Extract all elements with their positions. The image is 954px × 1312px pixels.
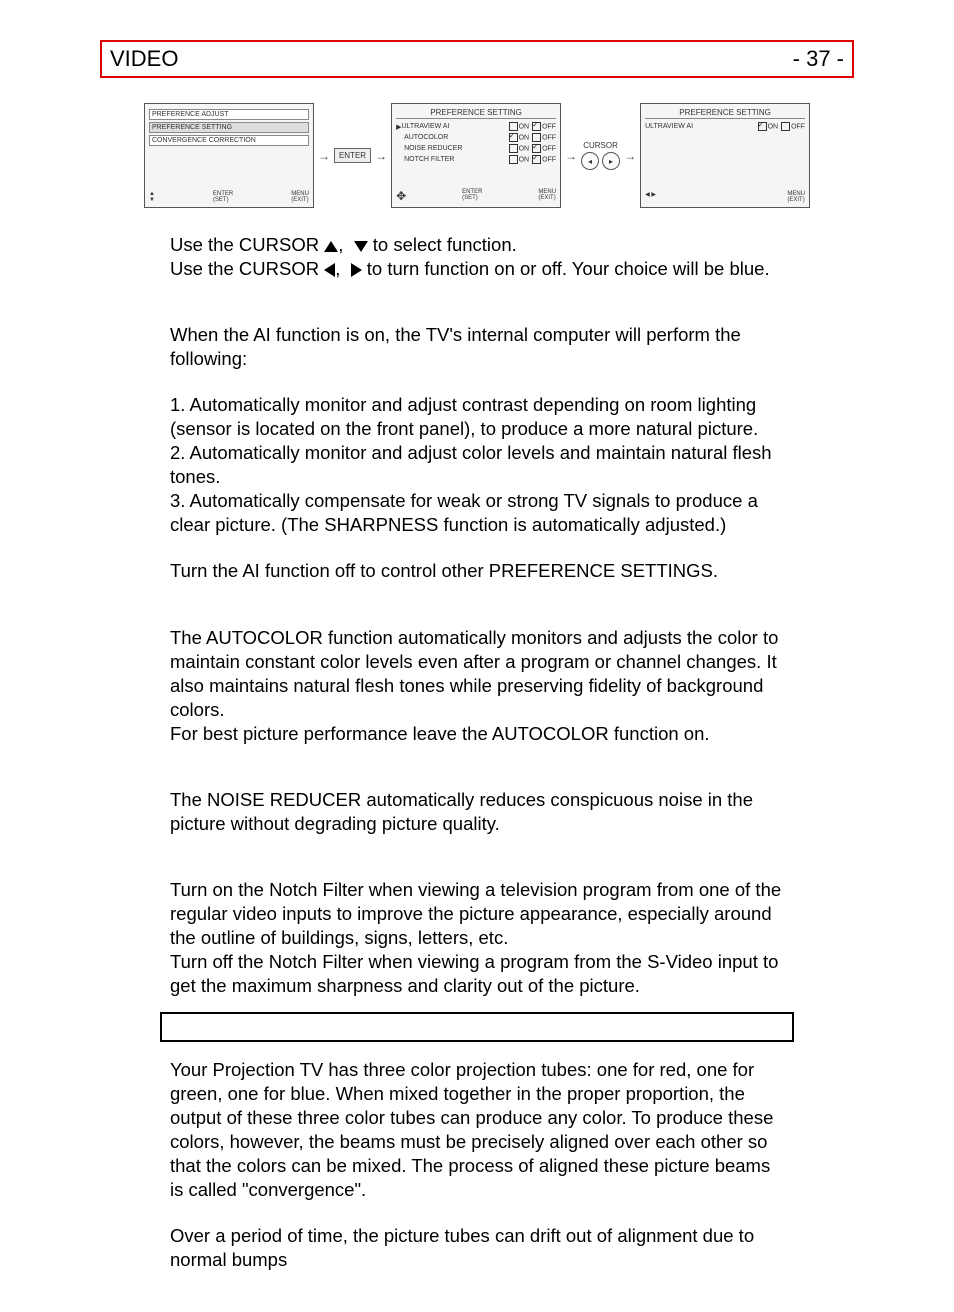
- row-label: ULTRAVIEW AI: [401, 123, 508, 130]
- ai-item-1: 1. Automatically monitor and adjust cont…: [170, 393, 784, 441]
- cursor-label: CURSOR: [583, 141, 618, 150]
- footer-menu: MENU(EXIT): [787, 191, 805, 203]
- footer-enter: ENTER(SET): [213, 191, 233, 203]
- cursor-graphic: CURSOR ◂ ▸: [581, 141, 620, 170]
- header-right: - 37 -: [793, 46, 844, 72]
- enter-button-graphic: ENTER: [334, 148, 371, 163]
- footer-updown-icon: ▲▼: [149, 191, 155, 203]
- row-label: ULTRAVIEW AI: [645, 123, 758, 130]
- row-label: NOTCH FILTER: [404, 156, 509, 163]
- pref-row: NOISE REDUCERONOFF: [396, 144, 556, 153]
- menu-diagram: PREFERENCE ADJUST PREFERENCE SETTING CON…: [100, 103, 854, 208]
- page: VIDEO - 37 - PREFERENCE ADJUST PREFERENC…: [0, 0, 954, 1312]
- footer-enter: ENTER(SET): [462, 189, 482, 203]
- body-text: Use the CURSOR , to select function. Use…: [170, 233, 784, 998]
- screen-footer: ▲▼ ENTER(SET) MENU(EXIT): [149, 191, 309, 203]
- footer-lr-icon: ◀ ▶: [645, 191, 656, 203]
- ai-item-2: 2. Automatically monitor and adjust colo…: [170, 441, 784, 489]
- screen-footer: ◀ ▶ MENU(EXIT): [645, 191, 805, 203]
- cursor-right-icon: [351, 263, 362, 277]
- row-label: NOISE REDUCER: [404, 145, 509, 152]
- crosshair-icon: ✥: [396, 189, 406, 203]
- notch-filter-text-a: Turn on the Notch Filter when viewing a …: [170, 878, 784, 950]
- diagram-screen-1: PREFERENCE ADJUST PREFERENCE SETTING CON…: [144, 103, 314, 208]
- cursor-left-icon: ◂: [581, 152, 599, 170]
- cursor-instruction-updown: Use the CURSOR , to select function.: [170, 233, 784, 257]
- pref-row: AUTOCOLORONOFF: [396, 133, 556, 142]
- ai-intro-text: When the AI function is on, the TV's int…: [170, 323, 784, 371]
- pref-row: ▶ULTRAVIEW AIONOFF: [396, 122, 556, 131]
- screen-footer: ✥ ENTER(SET) MENU(EXIT): [396, 189, 556, 203]
- cursor-right-icon: ▸: [602, 152, 620, 170]
- noise-reducer-text: The NOISE REDUCER automatically reduces …: [170, 788, 784, 836]
- screen-title: PREFERENCE SETTING: [396, 108, 556, 119]
- ai-off-note: Turn the AI function off to control othe…: [170, 559, 784, 583]
- cursor-up-icon: [324, 241, 338, 252]
- arrow-right-icon: →: [565, 149, 577, 163]
- menu-item: CONVERGENCE CORRECTION: [149, 135, 309, 146]
- pref-row: NOTCH FILTERONOFF: [396, 155, 556, 164]
- separator-box: [160, 1012, 794, 1042]
- cursor-instruction-leftright: Use the CURSOR , to turn function on or …: [170, 257, 784, 281]
- footer-menu: MENU(EXIT): [291, 191, 309, 203]
- row-label: AUTOCOLOR: [404, 134, 509, 141]
- menu-item-selected: PREFERENCE SETTING: [149, 122, 309, 133]
- autocolor-text-a: The AUTOCOLOR function automatically mon…: [170, 626, 784, 722]
- page-header: VIDEO - 37 -: [100, 40, 854, 78]
- footer-menu: MENU(EXIT): [538, 189, 556, 203]
- convergence-text: Your Projection TV has three color proje…: [170, 1058, 784, 1202]
- cursor-left-icon: [324, 263, 335, 277]
- arrow-right-icon: →: [624, 149, 636, 163]
- autocolor-text-b: For best picture performance leave the A…: [170, 722, 784, 746]
- notch-filter-text-b: Turn off the Notch Filter when viewing a…: [170, 950, 784, 998]
- header-left: VIDEO: [110, 46, 178, 72]
- ai-item-3: 3. Automatically compensate for weak or …: [170, 489, 784, 537]
- screen-title: PREFERENCE SETTING: [645, 108, 805, 119]
- drift-text: Over a period of time, the picture tubes…: [170, 1224, 784, 1272]
- arrow-right-icon: →: [375, 149, 387, 163]
- diagram-screen-3: PREFERENCE SETTING ULTRAVIEW AIONOFF ◀ ▶…: [640, 103, 810, 208]
- arrow-right-icon: →: [318, 149, 330, 163]
- body-text-lower: Your Projection TV has three color proje…: [170, 1058, 784, 1272]
- pref-row: ULTRAVIEW AIONOFF: [645, 122, 805, 131]
- menu-item: PREFERENCE ADJUST: [149, 109, 309, 120]
- diagram-screen-2: PREFERENCE SETTING ▶ULTRAVIEW AIONOFF AU…: [391, 103, 561, 208]
- cursor-down-icon: [354, 241, 368, 252]
